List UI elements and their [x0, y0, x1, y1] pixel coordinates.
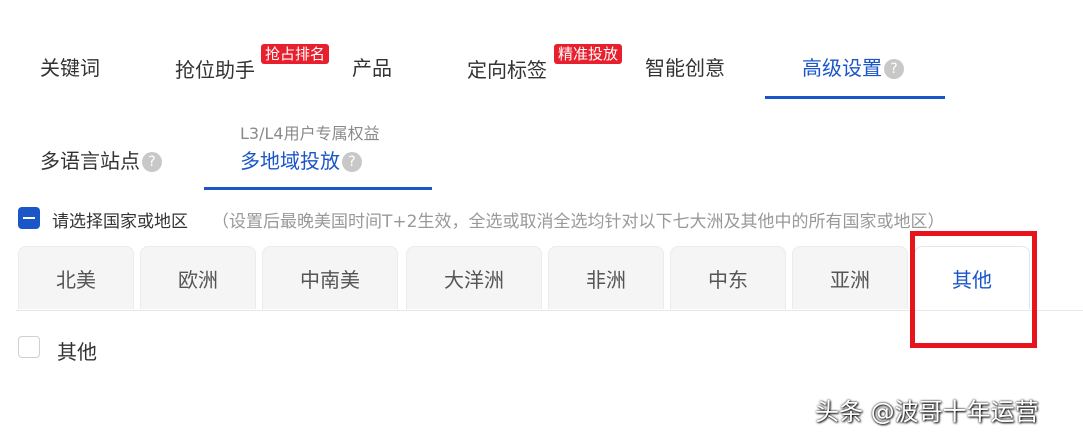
- help-icon[interactable]: ?: [142, 152, 162, 172]
- region-tab-middle-east[interactable]: 中东: [670, 246, 786, 309]
- subtab-multilingual-sites[interactable]: 多语言站点?: [40, 145, 162, 174]
- tab-position-assistant[interactable]: 抢位助手: [175, 54, 255, 83]
- subtab-multi-region[interactable]: 多地域投放?: [240, 145, 362, 174]
- select-all-label: 请选择国家或地区: [52, 212, 188, 232]
- subtab-multilingual-sites-label: 多语言站点: [40, 149, 140, 173]
- badge-grab-ranking: 抢占排名: [261, 44, 330, 64]
- active-subtab-indicator: [204, 187, 432, 190]
- region-option-label: 其他: [57, 340, 97, 364]
- region-tab-asia[interactable]: 亚洲: [792, 246, 908, 309]
- watermark: 头条 @波哥十年运营: [815, 398, 1039, 426]
- highlight-annotation-box: [910, 231, 1037, 348]
- tab-smart-creative[interactable]: 智能创意: [645, 52, 725, 81]
- region-tab-oceania[interactable]: 大洋洲: [406, 246, 542, 309]
- tab-advanced-settings-label: 高级设置: [802, 56, 882, 80]
- region-tab-latin-america[interactable]: 中南美: [262, 246, 398, 309]
- active-tab-indicator: [765, 96, 945, 99]
- region-option-checkbox[interactable]: [18, 336, 40, 358]
- region-tab-africa[interactable]: 非洲: [548, 246, 664, 309]
- help-icon[interactable]: ?: [342, 152, 362, 172]
- badge-precise-delivery: 精准投放: [554, 44, 623, 64]
- subtab-multi-region-label: 多地域投放: [240, 149, 340, 173]
- subtab-caption: L3/L4用户专属权益: [240, 124, 380, 143]
- tab-advanced-settings[interactable]: 高级设置?: [802, 52, 904, 81]
- select-all-hint: （设置后最晚美国时间T+2生效，全选或取消全选均针对以下七大洲及其他中的所有国家…: [212, 212, 945, 232]
- help-icon[interactable]: ?: [884, 59, 904, 79]
- region-tab-europe[interactable]: 欧洲: [140, 246, 256, 309]
- tab-targeting-tags[interactable]: 定向标签: [467, 54, 547, 83]
- select-all-checkbox[interactable]: [18, 207, 40, 229]
- region-tab-north-america[interactable]: 北美: [18, 246, 134, 309]
- tab-keywords[interactable]: 关键词: [40, 52, 100, 81]
- tab-products[interactable]: 产品: [352, 52, 392, 81]
